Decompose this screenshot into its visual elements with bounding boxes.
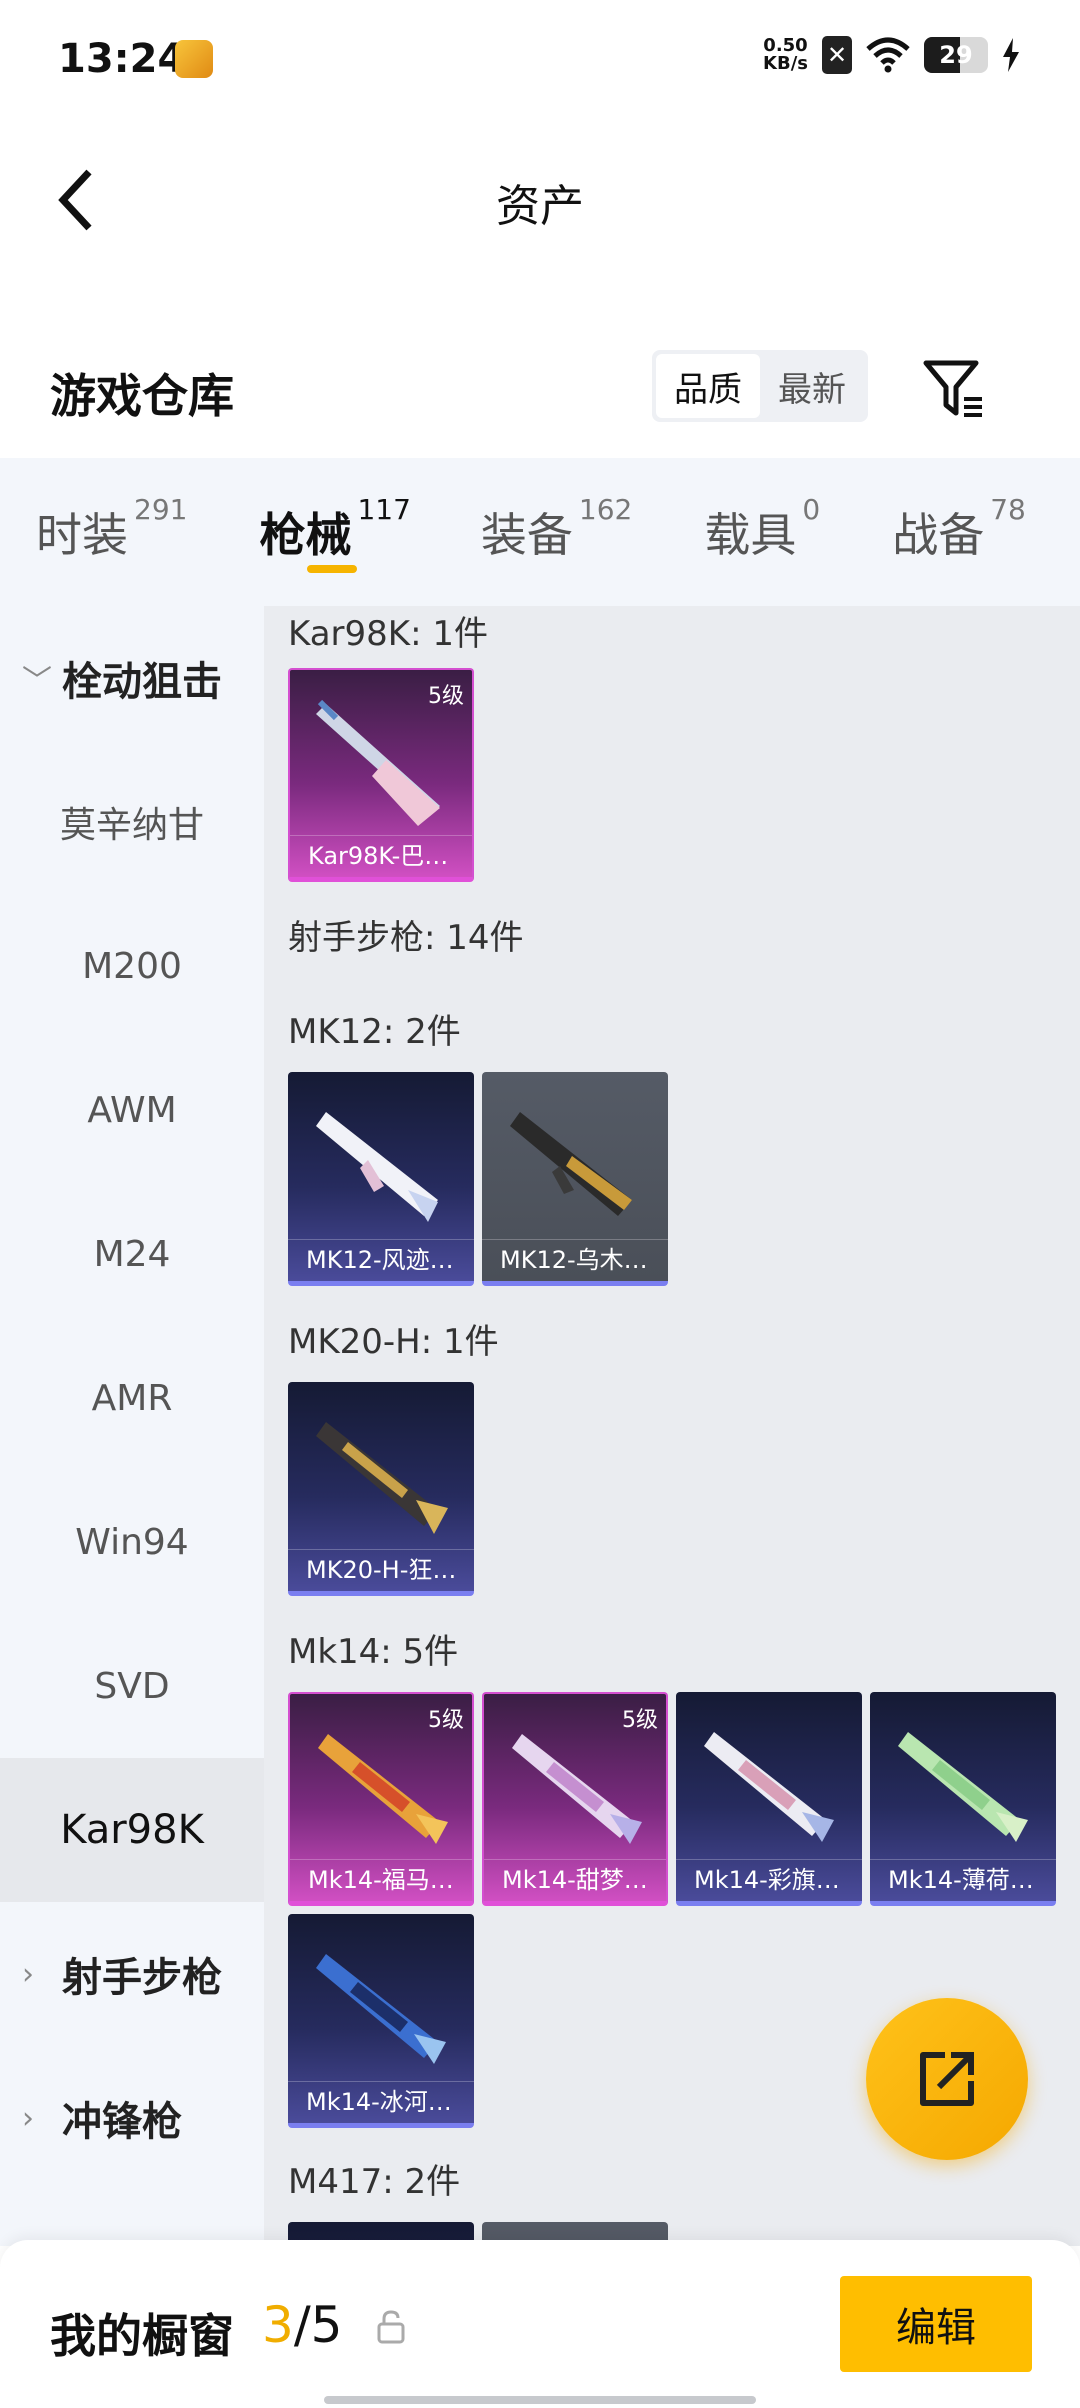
edit-button[interactable]: 编辑 xyxy=(840,2276,1032,2372)
sidebar-item-m200[interactable]: M200 xyxy=(0,894,264,1038)
weapon-card-name: Mk14-福马… xyxy=(290,1859,472,1901)
network-speed-unit: KB/s xyxy=(763,53,808,74)
sidebar-item-kar98k[interactable]: Kar98K xyxy=(0,1758,264,1902)
weapon-card[interactable]: MK12-风迹… xyxy=(288,1072,474,1286)
sidebar-item-amr[interactable]: AMR xyxy=(0,1326,264,1470)
tab-equipment-label: 装备 xyxy=(480,508,573,562)
showcase-bar: 我的橱窗 3/5 编辑 xyxy=(0,2240,1080,2408)
weapon-card-name: Mk14-甜梦… xyxy=(484,1859,666,1901)
filter-button[interactable] xyxy=(920,355,986,421)
weapon-card-name: MK12-乌木… xyxy=(482,1239,668,1281)
weapon-card-name: MK12-风迹… xyxy=(288,1239,474,1281)
tab-fashion-count: 291 xyxy=(134,493,188,526)
sidebar-group-label: 冲锋枪 xyxy=(62,2099,182,2145)
battery-level: 29 xyxy=(939,41,973,69)
tab-vehicles[interactable]: 载具 0 xyxy=(704,493,820,565)
tab-equipment[interactable]: 装备 162 xyxy=(480,493,632,565)
weapon-card[interactable]: Mk14-薄荷… xyxy=(870,1692,1056,1906)
sidebar-item-m24[interactable]: M24 xyxy=(0,1182,264,1326)
sidebar-group-label: 栓动狙击 xyxy=(62,659,222,705)
section-m417-label: M417: 2件 xyxy=(288,2162,461,2202)
tab-guns-count: 117 xyxy=(357,493,411,526)
rifle-skin-icon xyxy=(316,1112,438,1222)
weapon-card-name: Kar98K-巴… xyxy=(290,835,472,877)
section-mk20-label: MK20-H: 1件 xyxy=(288,1322,499,1362)
sidebar-item-awm[interactable]: AWM xyxy=(0,1038,264,1182)
tab-vehicles-label: 载具 xyxy=(704,508,797,562)
app-header: 资产 xyxy=(0,120,1080,280)
home-indicator[interactable] xyxy=(324,2396,756,2404)
rifle-skin-icon xyxy=(316,1954,446,2064)
tab-combat-gear[interactable]: 战备 78 xyxy=(892,493,1026,565)
chevron-right-icon: › xyxy=(22,1956,34,1992)
filter-icon xyxy=(923,360,982,417)
tab-guns-label: 枪械 xyxy=(259,508,352,562)
tab-vehicles-count: 0 xyxy=(802,493,821,526)
sidebar-item-win94[interactable]: Win94 xyxy=(0,1470,264,1614)
tab-combat-gear-count: 78 xyxy=(990,493,1026,526)
sort-latest-option[interactable]: 最新 xyxy=(760,354,864,418)
sidebar-group-smg[interactable]: › 冲锋枪 xyxy=(0,2046,264,2190)
status-icons: 0.50 KB/s ✕ 29 xyxy=(763,36,1020,74)
app-notification-icon xyxy=(175,40,213,78)
tab-fashion[interactable]: 时装 291 xyxy=(36,493,187,565)
sidebar-item-mosin[interactable]: 莫辛纳甘 xyxy=(0,750,264,894)
share-fab-button[interactable] xyxy=(866,1998,1028,2160)
category-tabs: 时装 291 枪械 117 装备 162 载具 0 战备 78 xyxy=(0,458,1080,606)
showcase-title: 我的橱窗 xyxy=(50,2309,234,2363)
weapon-card[interactable]: MK20-H-狂… xyxy=(288,1382,474,1596)
wifi-icon xyxy=(866,37,910,73)
section-marksman-label: 射手步枪: 14件 xyxy=(288,918,524,958)
chevron-down-icon: ﹀ xyxy=(22,664,52,699)
rifle-skin-icon xyxy=(704,1732,834,1842)
status-bar: 13:24 0.50 KB/s ✕ 29 xyxy=(0,0,1080,120)
weapon-card-name: MK20-H-狂… xyxy=(288,1549,474,1591)
network-speed: 0.50 KB/s xyxy=(763,37,808,73)
share-external-icon xyxy=(920,2052,974,2106)
no-sim-icon: ✕ xyxy=(822,36,852,74)
charging-icon xyxy=(1003,38,1019,72)
rifle-skin-icon xyxy=(512,1734,642,1844)
weapon-card[interactable]: Mk14-彩旗… xyxy=(676,1692,862,1906)
showcase-count: 3/5 xyxy=(262,2296,342,2354)
page-title: 资产 xyxy=(496,181,584,232)
status-time: 13:24 xyxy=(58,36,186,82)
sort-toggle: 品质 最新 xyxy=(652,350,868,422)
sort-quality-option[interactable]: 品质 xyxy=(656,354,760,418)
sidebar-item-svd[interactable]: SVD xyxy=(0,1614,264,1758)
rifle-skin-icon xyxy=(316,1422,448,1534)
weapon-card-name: Mk14-冰河… xyxy=(288,2081,474,2123)
rifle-skin-icon xyxy=(318,1734,448,1844)
section-kar98k-label: Kar98K: 1件 xyxy=(288,614,488,654)
tab-guns[interactable]: 枪械 117 xyxy=(259,493,411,573)
weapon-card-name: Mk14-薄荷… xyxy=(870,1859,1056,1901)
rifle-skin-icon xyxy=(898,1732,1028,1842)
section-mk14-label: Mk14: 5件 xyxy=(288,1632,459,1672)
rifle-skin-icon xyxy=(316,699,440,826)
tab-combat-gear-label: 战备 xyxy=(892,508,985,562)
chevron-right-icon: › xyxy=(22,2100,34,2136)
weapon-card[interactable]: 5级 Mk14-福马… xyxy=(288,1692,474,1906)
warehouse-title: 游戏仓库 xyxy=(50,369,234,423)
weapon-card[interactable]: Mk14-冰河… xyxy=(288,1914,474,2128)
weapon-card[interactable]: 5级 Kar98K-巴… xyxy=(288,668,474,882)
sidebar-group-label: 射手步枪 xyxy=(62,1955,222,2001)
tab-fashion-label: 时装 xyxy=(36,508,128,562)
tab-equipment-count: 162 xyxy=(578,493,633,526)
showcase-current: 3 xyxy=(262,2296,294,2354)
weapon-card[interactable]: 5级 Mk14-甜梦… xyxy=(482,1692,668,1906)
weapon-type-sidebar: ﹀ 栓动狙击 莫辛纳甘 M200 AWM M24 AMR Win94 SVD K… xyxy=(0,606,264,2246)
showcase-total: 5 xyxy=(310,2296,343,2354)
rifle-skin-icon xyxy=(510,1112,632,1216)
battery-icon: 29 xyxy=(924,37,988,73)
section-mk12-label: MK12: 2件 xyxy=(288,1012,461,1052)
unlock-icon xyxy=(377,2310,405,2344)
weapon-card[interactable]: MK12-乌木… xyxy=(482,1072,668,1286)
weapon-card-name: Mk14-彩旗… xyxy=(676,1859,862,1901)
showcase-separator: / xyxy=(293,2296,311,2354)
sidebar-group-marksman[interactable]: › 射手步枪 xyxy=(0,1902,264,2046)
sidebar-group-bolt-action[interactable]: ﹀ 栓动狙击 xyxy=(0,606,264,750)
